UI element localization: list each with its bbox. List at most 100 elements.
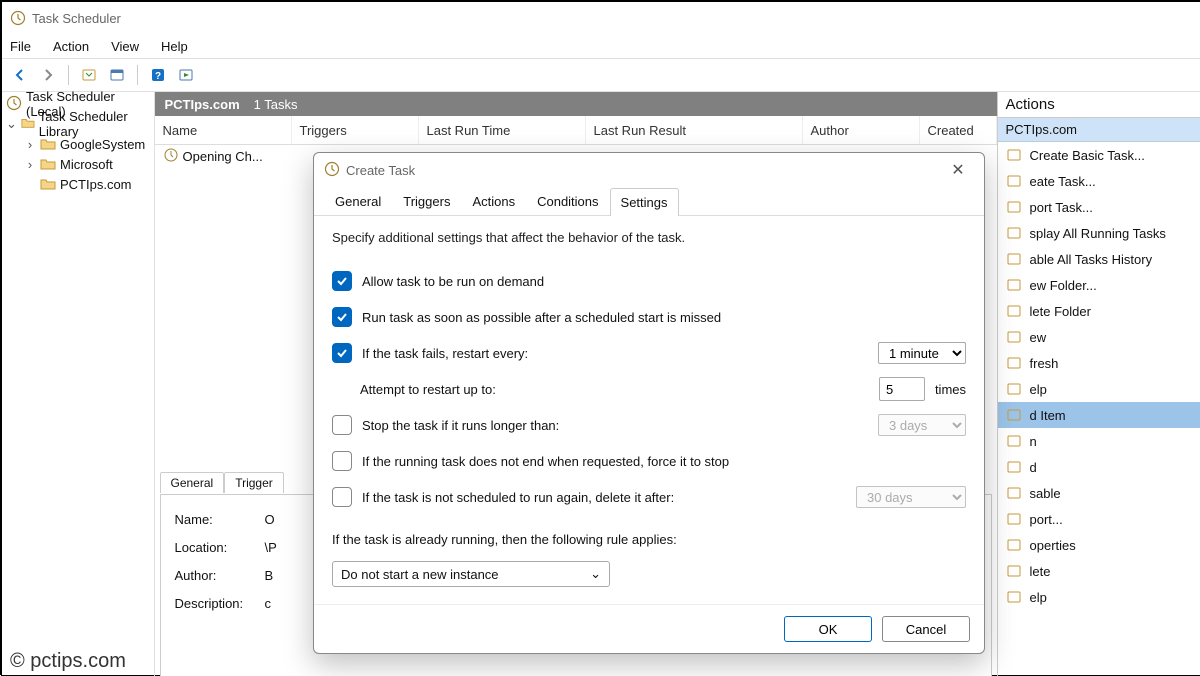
chevron-right-icon[interactable]: › [24, 157, 36, 172]
action-icon [1006, 147, 1022, 163]
folder-icon [40, 136, 56, 152]
action-icon [1006, 511, 1022, 527]
tab-actions[interactable]: Actions [461, 187, 526, 215]
chevron-down-icon: ⌄ [590, 566, 601, 582]
chk-delete-after[interactable] [332, 487, 352, 507]
tree-pane: Task Scheduler (Local) ⌄ Task Scheduler … [2, 92, 155, 676]
chk-run-asap[interactable] [332, 307, 352, 327]
action-label: Create Basic Task... [1030, 148, 1145, 163]
dialog-titlebar[interactable]: Create Task ✕ [314, 153, 984, 187]
run-button[interactable] [174, 63, 198, 87]
properties-button[interactable] [105, 63, 129, 87]
toolbar-sep [68, 65, 69, 85]
tree-item-google[interactable]: › GoogleSystem [2, 134, 154, 154]
action-item[interactable]: lete Folder [998, 298, 1200, 324]
action-item[interactable]: d [998, 454, 1200, 480]
restart-interval-select[interactable]: 1 minute [878, 342, 966, 364]
clock-icon [324, 161, 340, 180]
chk-restart-on-fail[interactable] [332, 343, 352, 363]
menu-view[interactable]: View [111, 39, 139, 54]
action-icon [1006, 277, 1022, 293]
action-item[interactable]: lete [998, 558, 1200, 584]
tree-item-microsoft[interactable]: › Microsoft [2, 154, 154, 174]
detail-tab-triggers[interactable]: Trigger [224, 472, 284, 493]
action-item[interactable]: elp [998, 584, 1200, 610]
action-item[interactable]: fresh [998, 350, 1200, 376]
chk-force-stop[interactable] [332, 451, 352, 471]
folder-icon [40, 156, 56, 172]
action-item[interactable]: splay All Running Tasks [998, 220, 1200, 246]
dialog-footer: OK Cancel [314, 604, 984, 653]
action-item[interactable]: operties [998, 532, 1200, 558]
action-item[interactable]: ew [998, 324, 1200, 350]
tab-general[interactable]: General [324, 187, 392, 215]
toolbar-sep [137, 65, 138, 85]
svg-text:?: ? [155, 71, 161, 82]
action-item[interactable]: elp [998, 376, 1200, 402]
action-label: ew Folder... [1030, 278, 1097, 293]
action-item[interactable]: eate Task... [998, 168, 1200, 194]
col-name[interactable]: Name [155, 116, 292, 144]
back-button[interactable] [8, 63, 32, 87]
detail-author-label: Author: [175, 568, 265, 583]
action-icon [1006, 381, 1022, 397]
chevron-right-icon[interactable]: › [24, 137, 36, 152]
detail-tab-general[interactable]: General [160, 472, 225, 493]
close-button[interactable]: ✕ [942, 160, 974, 180]
action-label: port... [1030, 512, 1063, 527]
help-button[interactable]: ? [146, 63, 170, 87]
tab-conditions[interactable]: Conditions [526, 187, 609, 215]
action-item[interactable]: n [998, 428, 1200, 454]
rule-select[interactable]: Do not start a new instance ⌄ [332, 561, 610, 587]
menu-action[interactable]: Action [53, 39, 89, 54]
detail-name-value: O [265, 512, 275, 527]
ok-button[interactable]: OK [784, 616, 872, 642]
col-triggers[interactable]: Triggers [292, 116, 419, 144]
chk-run-on-demand[interactable] [332, 271, 352, 291]
settings-description: Specify additional settings that affect … [332, 230, 966, 245]
col-author[interactable]: Author [803, 116, 920, 144]
col-last-run-time[interactable]: Last Run Time [419, 116, 586, 144]
action-item[interactable]: able All Tasks History [998, 246, 1200, 272]
detail-location-label: Location: [175, 540, 265, 555]
action-label: fresh [1030, 356, 1059, 371]
action-item[interactable]: sable [998, 480, 1200, 506]
detail-author-value: B [265, 568, 274, 583]
forward-button[interactable] [36, 63, 60, 87]
lbl-rule: If the task is already running, then the… [332, 532, 677, 547]
lbl-run-on-demand: Allow task to be run on demand [362, 274, 544, 289]
chk-stop-long[interactable] [332, 415, 352, 435]
attempt-count-input[interactable] [879, 377, 925, 401]
col-last-run-result[interactable]: Last Run Result [586, 116, 803, 144]
create-task-dialog: Create Task ✕ General Triggers Actions C… [313, 152, 985, 654]
action-label: d Item [1030, 408, 1066, 423]
menu-file[interactable]: File [10, 39, 31, 54]
menu-help[interactable]: Help [161, 39, 188, 54]
action-item[interactable]: port Task... [998, 194, 1200, 220]
action-icon [1006, 407, 1022, 423]
action-item[interactable]: Create Basic Task... [998, 142, 1200, 168]
cancel-button[interactable]: Cancel [882, 616, 970, 642]
dialog-tabs: General Triggers Actions Conditions Sett… [314, 187, 984, 216]
action-label: n [1030, 434, 1037, 449]
chevron-down-icon[interactable]: ⌄ [6, 116, 17, 132]
action-item[interactable]: port... [998, 506, 1200, 532]
action-item[interactable]: ew Folder... [998, 272, 1200, 298]
folder-icon [40, 176, 56, 192]
action-icon [1006, 355, 1022, 371]
tree-item-pctips[interactable]: PCTIps.com [2, 174, 154, 194]
col-created[interactable]: Created [920, 116, 997, 144]
tree-library[interactable]: ⌄ Task Scheduler Library [2, 114, 154, 134]
tab-triggers[interactable]: Triggers [392, 187, 461, 215]
action-item[interactable]: d Item [998, 402, 1200, 428]
tab-settings[interactable]: Settings [610, 188, 679, 216]
titlebar: Task Scheduler [2, 2, 1200, 34]
actions-header: PCTIps.com [998, 118, 1200, 142]
action-label: ew [1030, 330, 1047, 345]
action-icon [1006, 459, 1022, 475]
action-icon [1006, 173, 1022, 189]
action-icon [1006, 251, 1022, 267]
watermark: © pctips.com [10, 650, 126, 673]
refresh-button[interactable] [77, 63, 101, 87]
lbl-force-stop: If the running task does not end when re… [362, 454, 729, 469]
